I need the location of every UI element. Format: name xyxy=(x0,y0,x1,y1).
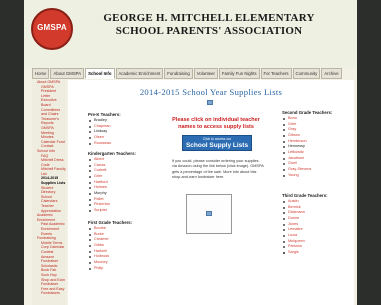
gmspa-logo[interactable]: GMSPA xyxy=(31,8,73,50)
site-title-line-2: SCHOOL PARENTS' ASSOCIATION xyxy=(115,25,303,37)
sidebar-item-school-calendars[interactable]: School Calendars xyxy=(32,195,66,204)
nav-fundraising[interactable]: Fundraising xyxy=(164,68,193,79)
sidebar-item-supplies-lists[interactable]: 2014-2015 Supplies Lists xyxy=(32,176,66,185)
nav-school-info[interactable]: School Info xyxy=(85,68,115,79)
nav-volunteer[interactable]: Volunteer xyxy=(193,68,218,79)
teacher-link[interactable]: Sargis xyxy=(282,250,352,256)
sidebar-item-past-enrichment-events[interactable]: Past Academic Enrichment Events xyxy=(32,222,66,236)
teacher-link[interactable]: Scripter xyxy=(88,208,168,214)
sidebar-nav: About GMSPA GMSPA President Letter Execu… xyxy=(32,80,66,305)
sidebar-item-treasurer-reports[interactable]: Treasurer's Reports xyxy=(32,117,66,126)
site-title-line-1: GEORGE H. MITCHELL ELEMENTARY xyxy=(103,12,315,24)
sidebar-item-book-fair[interactable]: Scholastic Book Fair xyxy=(32,264,66,273)
prek-column: Pre-K Teachers: Bradley Chapman Lindsay … xyxy=(88,112,168,146)
sidebar-item-student-directory[interactable]: Student Directory xyxy=(32,186,66,195)
sidebar-item-president-letter[interactable]: GMSPA President Letter xyxy=(32,85,66,99)
prek-teacher-list: Bradley Chapman Lindsay Olsen Rousseau xyxy=(88,118,168,146)
nav-archive[interactable]: Archive xyxy=(321,68,342,79)
nav-home[interactable]: Home xyxy=(32,68,50,79)
sidebar-item-executive-board[interactable]: Executive Board xyxy=(32,98,66,107)
sidebar-item-teacher-appreciation[interactable]: Teacher Appreciation xyxy=(32,204,66,213)
nav-community[interactable]: Community xyxy=(292,68,321,79)
kindergarten-column: Kindergarten Teachers: Albert Carras Cor… xyxy=(88,151,168,214)
sidebar-item-faculty-list[interactable]: Mitchell Faculty List xyxy=(32,167,66,176)
second-grade-teacher-list: Bono Grier Gray Gibson Henderson Henness… xyxy=(282,116,352,178)
sidebar-item-committees[interactable]: Committees and Chairs xyxy=(32,108,66,117)
page-title: 2014-2015 School Year Supplies Lists xyxy=(139,87,283,97)
supply-button-label: School Supply Lists xyxy=(185,141,249,149)
main-nav: Home About GMSPA School Info Academic En… xyxy=(32,68,353,79)
sidebar-item-meeting-minutes[interactable]: GMSPA Meeting Minutes xyxy=(32,126,66,140)
first-grade-teacher-list: Bourke Burke Creamer Gibbs Hartzell Holb… xyxy=(88,226,168,271)
site-title: GEORGE H. MITCHELL ELEMENTARY SCHOOL PAR… xyxy=(80,12,338,38)
third-grade-column: Third Grade Teachers: Austin Bernick Dic… xyxy=(282,193,352,256)
nav-academic-enrichment[interactable]: Academic Enrichment xyxy=(115,68,164,79)
page: GMSPA GEORGE H. MITCHELL ELEMENTARY SCHO… xyxy=(24,0,357,305)
sidebar-item-amazon-fundraiser[interactable]: Amazon Fundraiser xyxy=(32,255,66,264)
sidebar-item-academic-enrichment[interactable]: Academic Enrichment xyxy=(32,213,66,222)
click-instructions: Please click on individual teacher names… xyxy=(172,117,260,130)
sidebar-item-dress-code[interactable]: Mitchell Dress Code xyxy=(32,158,66,167)
sidebar-item-free-fundraisers[interactable]: Free and Easy Fundraisers xyxy=(32,287,66,296)
first-grade-column: First Grade Teachers: Bourke Burke Cream… xyxy=(88,220,168,271)
third-grade-teacher-list: Austin Bernick Dickmann Dunne Jones Lema… xyxy=(282,199,352,256)
main-content: 2014-2015 School Year Supplies Lists Pre… xyxy=(68,80,354,305)
amazon-fundraiser-text: If you could, please consider ordering y… xyxy=(172,159,264,179)
second-grade-column: Second Grade Teachers: Bono Grier Gray G… xyxy=(282,110,352,178)
nav-family-fun-nights[interactable]: Family Fun Nights xyxy=(218,68,260,79)
nav-for-teachers[interactable]: For Teachers xyxy=(260,68,292,79)
amazon-image-link[interactable] xyxy=(186,194,232,234)
nav-about-gmspa[interactable]: About GMSPA xyxy=(50,68,85,79)
teacher-link[interactable]: Rousseau xyxy=(88,141,168,147)
kindergarten-teacher-list: Albert Carras Corbett Grier Hartford Hol… xyxy=(88,157,168,214)
sidebar-item-shop-and-earn[interactable]: Shop and Earn Fundraiser xyxy=(32,278,66,287)
site-header: GMSPA GEORGE H. MITCHELL ELEMENTARY SCHO… xyxy=(24,0,357,68)
logo-text: GMSPA xyxy=(37,23,67,32)
teacher-link[interactable]: Philip xyxy=(88,266,168,272)
school-supply-lists-button[interactable]: Click to access our School Supply Lists xyxy=(182,135,252,151)
image-icon xyxy=(206,211,212,216)
sidebar-item-calendar-contest[interactable]: Corp Calendar Contest xyxy=(32,245,66,254)
teacher-link[interactable]: Young xyxy=(282,173,352,179)
image-icon xyxy=(207,100,213,105)
